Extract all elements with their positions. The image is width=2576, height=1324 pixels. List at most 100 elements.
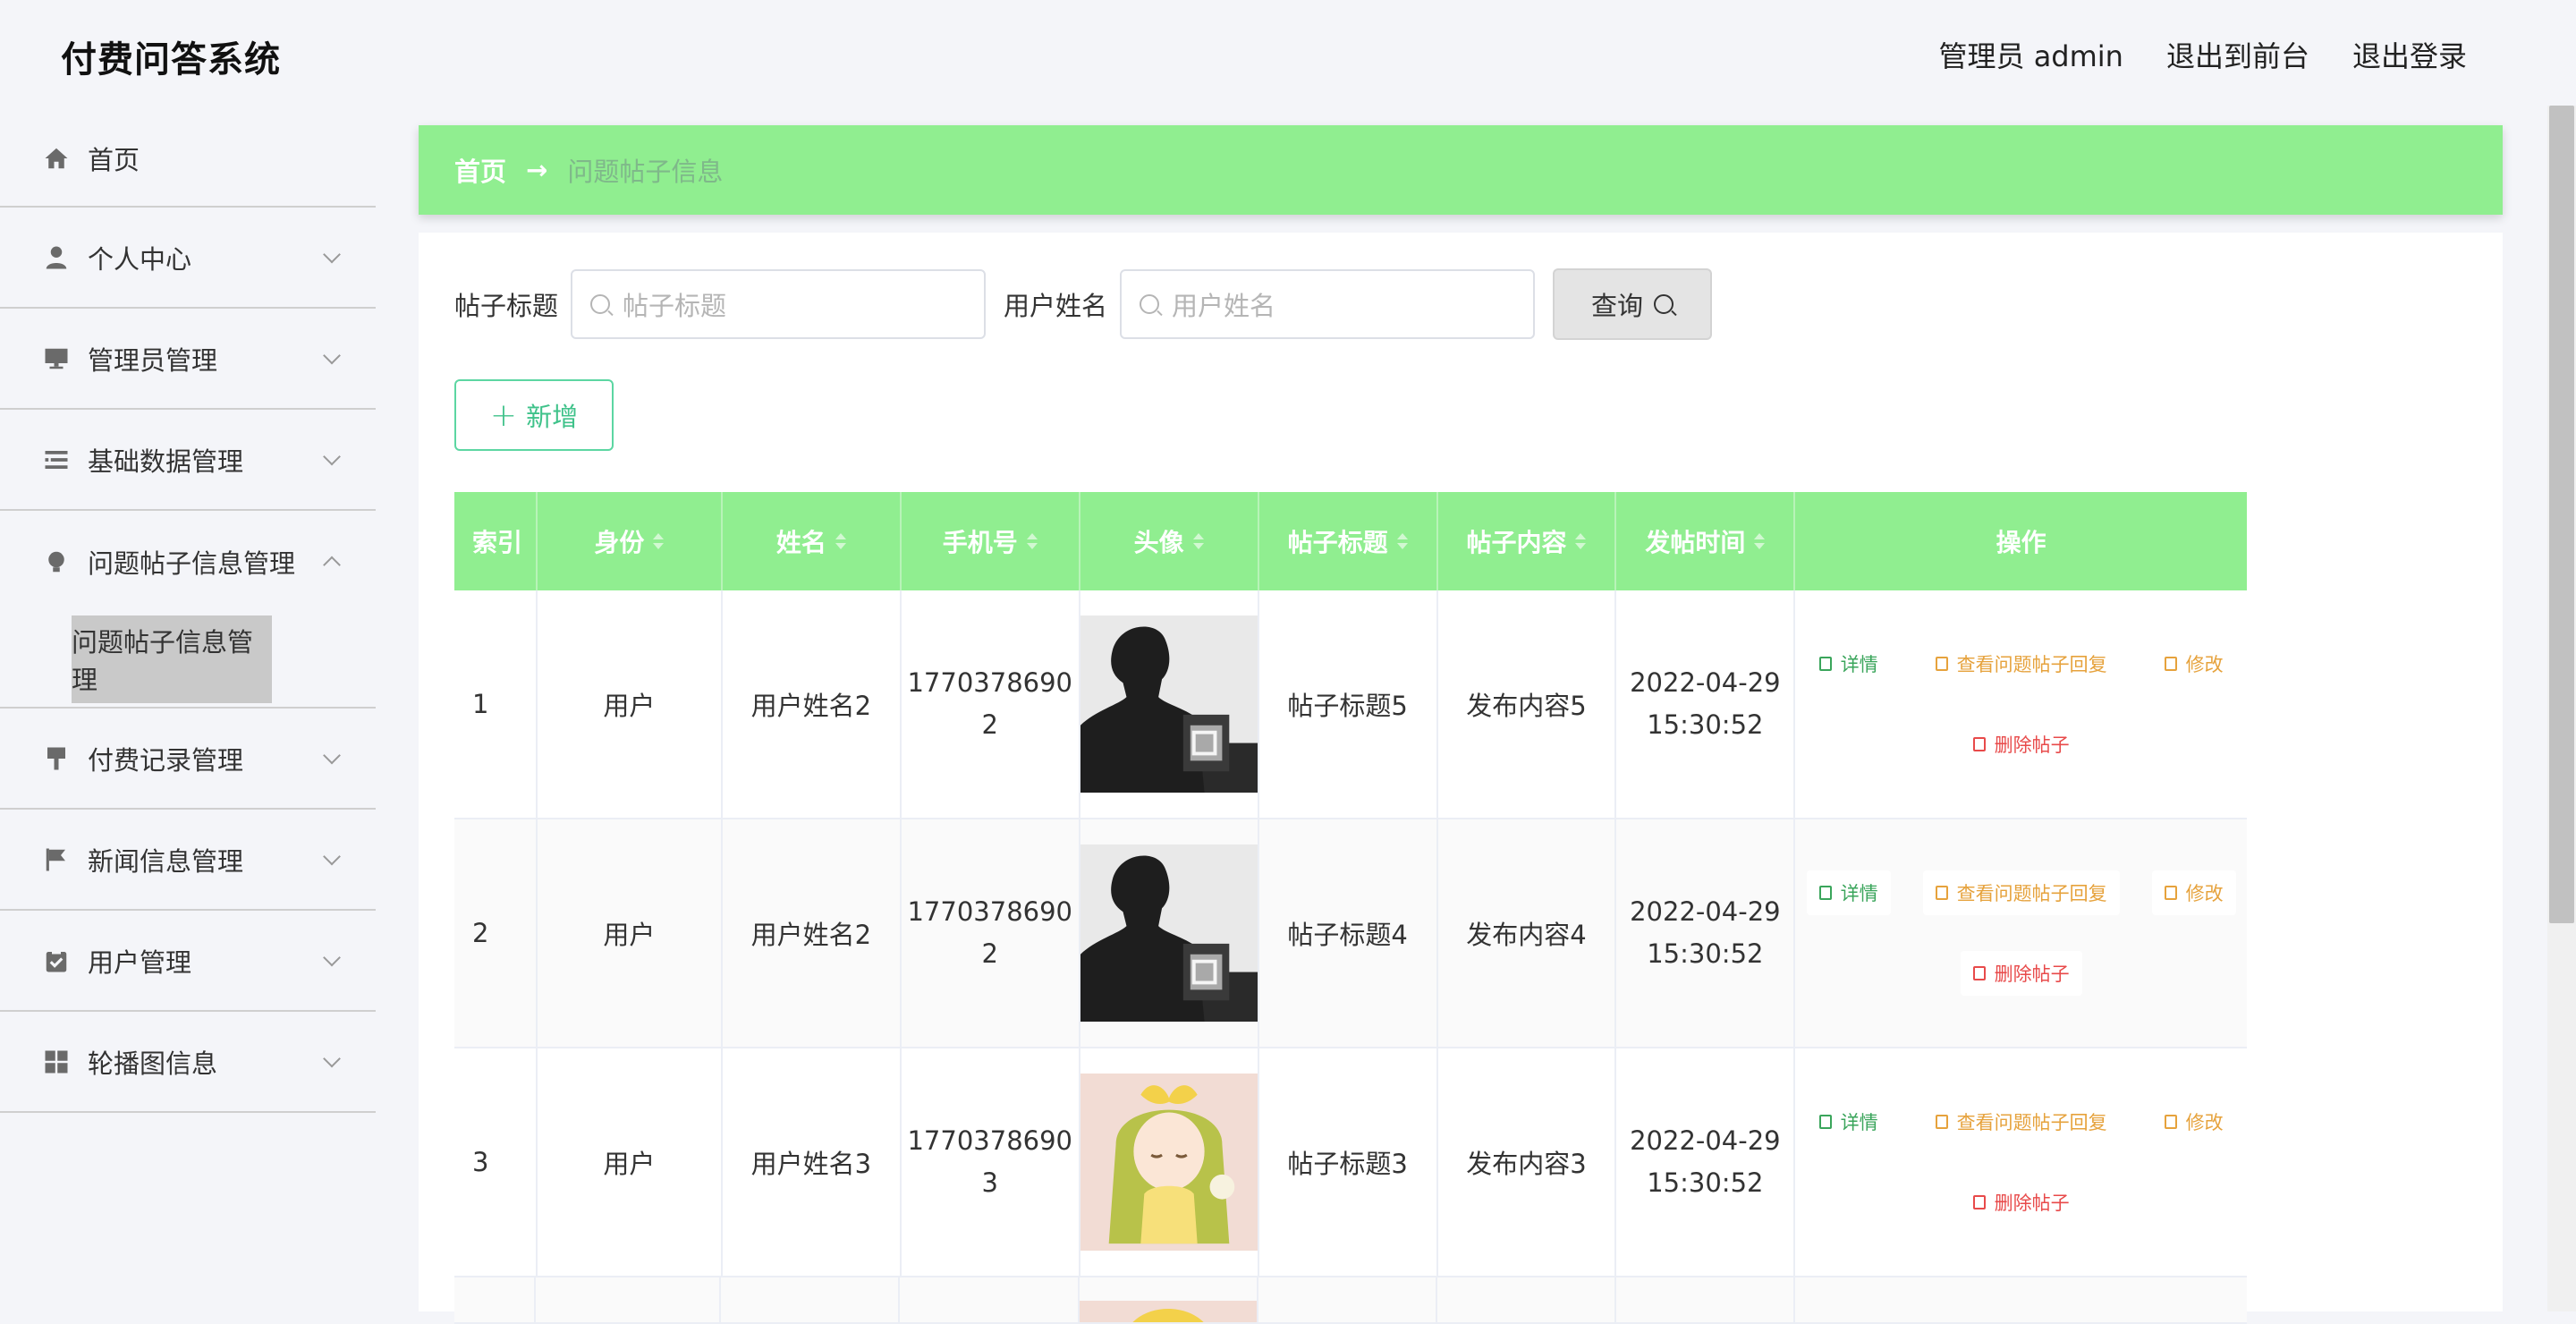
sort-icon[interactable] [1396,533,1408,549]
sidebar-item-post-management[interactable]: 问题帖子信息管理 [0,511,376,612]
username-search-input[interactable]: 用户姓名 [1120,269,1536,339]
admin-user-label[interactable]: 管理员 admin [1939,34,2123,75]
sidebar-item-carousel[interactable]: 轮播图信息 [0,1012,376,1113]
user-icon [43,244,70,271]
sort-icon[interactable] [835,533,846,549]
title-search-placeholder: 帖子标题 [623,291,727,321]
breadcrumb: 首页 → 问题帖子信息 [419,125,2503,215]
search-form: 帖子标题 帖子标题 用户姓名 用户姓名 查询 [454,268,1713,340]
sidebar-item-payment-records[interactable]: 付费记录管理 [0,709,376,810]
sidebar-item-basic-data[interactable]: 基础数据管理 [0,410,376,511]
view-reply-label: 查看问题帖子回复 [1956,654,2107,675]
phone-line: 3 [981,1167,998,1198]
edit-icon [2164,657,2177,671]
column-header-phone[interactable]: 手机号 [902,492,1080,590]
edit-label: 修改 [2185,883,2224,904]
table-row [454,1277,2247,1324]
sidebar: 首页 个人中心 管理员管理 基础数据管理 问题帖子信息管理 问题帖子信息管理 付… [0,111,376,1311]
plus-icon: + [489,396,518,434]
sort-icon[interactable] [1192,533,1204,549]
page-scrollbar[interactable] [2547,106,2576,1311]
cell-content [1437,1277,1616,1322]
edit-button[interactable]: 修改 [2151,870,2236,915]
column-header-label: 身份 [594,528,645,557]
chevron-down-icon [323,746,341,764]
home-icon [43,145,70,172]
column-header-content[interactable]: 帖子内容 [1438,492,1617,590]
avatar[interactable] [1080,844,1258,1022]
sort-icon[interactable] [1754,533,1766,549]
sort-icon[interactable] [1575,533,1587,549]
view-reply-button[interactable]: 查看问题帖子回复 [1923,1099,2120,1144]
cell-actions [1795,1277,2247,1322]
column-header-name[interactable]: 姓名 [723,492,902,590]
query-button[interactable]: 查询 [1553,268,1713,340]
column-header-avatar[interactable]: 头像 [1080,492,1259,590]
chevron-down-icon [323,1049,341,1067]
monitor-icon [43,345,70,372]
breadcrumb-home[interactable]: 首页 [454,151,506,189]
title-search-input[interactable]: 帖子标题 [571,269,987,339]
sidebar-item-admin-management[interactable]: 管理员管理 [0,309,376,410]
sidebar-item-label: 首页 [88,145,140,175]
view-reply-button[interactable]: 查看问题帖子回复 [1922,870,2120,915]
add-button[interactable]: + 新增 [454,379,614,451]
delete-label: 删除帖子 [1994,734,2070,756]
avatar[interactable] [1080,1074,1258,1251]
edit-button[interactable]: 修改 [2152,641,2236,686]
exit-to-front-link[interactable]: 退出到前台 [2166,34,2309,75]
view-reply-button[interactable]: 查看问题帖子回复 [1923,641,2120,686]
column-header-index: 索引 [454,492,538,590]
username-search-label: 用户姓名 [1004,291,1108,321]
phone-line: 1770378690 [907,667,1072,698]
document-icon [1818,886,1832,900]
sidebar-item-label: 基础数据管理 [88,446,244,477]
column-header-time[interactable]: 发帖时间 [1616,492,1796,590]
delete-button[interactable]: 删除帖子 [1961,722,2082,767]
sidebar-item-label: 付费记录管理 [88,744,244,776]
sidebar-item-label: 新闻信息管理 [88,845,244,877]
chevron-down-icon [323,346,341,364]
sidebar-item-label: 问题帖子信息管理 [88,547,296,579]
cell-actions: 详情 查看问题帖子回复 修改 删除帖子 [1795,590,2247,818]
sidebar-item-home[interactable]: 首页 [0,111,376,208]
cell-name: 用户姓名2 [723,819,902,1047]
sort-icon[interactable] [653,533,665,549]
query-button-label: 查询 [1591,291,1644,321]
avatar[interactable] [1080,615,1258,793]
main-area: 首页 → 问题帖子信息 帖子标题 帖子标题 用户姓名 用户姓名 查询 + 新增 [419,125,2503,1324]
time-line: 15:30:52 [1647,938,1764,969]
cell-title: 帖子标题4 [1259,819,1438,1047]
cell-time: 2022-04-29 15:30:52 [1616,590,1796,818]
phone-line: 1770378690 [907,1125,1072,1156]
trash-icon [1972,1195,1986,1209]
detail-button[interactable]: 详情 [1806,870,1891,915]
delete-button[interactable]: 删除帖子 [1961,1180,2082,1225]
cell-name: 用户姓名2 [723,590,902,818]
avatar[interactable] [1079,1301,1257,1322]
detail-button[interactable]: 详情 [1807,1099,1891,1144]
scrollbar-thumb[interactable] [2549,106,2574,923]
sidebar-item-news-management[interactable]: 新闻信息管理 [0,810,376,911]
sidebar-subitem-post-management[interactable]: 问题帖子信息管理 [72,615,272,703]
sidebar-item-user-management[interactable]: 用户管理 [0,911,376,1012]
sidebar-item-personal-center[interactable]: 个人中心 [0,208,376,309]
cell-identity: 用户 [538,590,723,818]
view-reply-label: 查看问题帖子回复 [1956,1112,2107,1133]
column-header-identity[interactable]: 身份 [538,492,723,590]
cell-time: 2022-04-29 15:30:52 [1616,1048,1796,1276]
column-header-title[interactable]: 帖子标题 [1259,492,1438,590]
logout-link[interactable]: 退出登录 [2352,34,2467,75]
detail-button[interactable]: 详情 [1807,641,1891,686]
cell-index: 1 [454,590,538,818]
sort-icon[interactable] [1026,533,1038,549]
list-icon [43,446,70,473]
top-links: 管理员 admin 退出到前台 退出登录 [1939,34,2467,75]
cell-phone: 1770378690 3 [902,1048,1080,1276]
edit-button[interactable]: 修改 [2152,1099,2236,1144]
column-header-label: 姓名 [775,528,826,557]
delete-label: 删除帖子 [1994,963,2070,985]
search-icon [590,294,611,314]
delete-button[interactable]: 删除帖子 [1960,951,2082,996]
edit-icon [1935,657,1948,671]
